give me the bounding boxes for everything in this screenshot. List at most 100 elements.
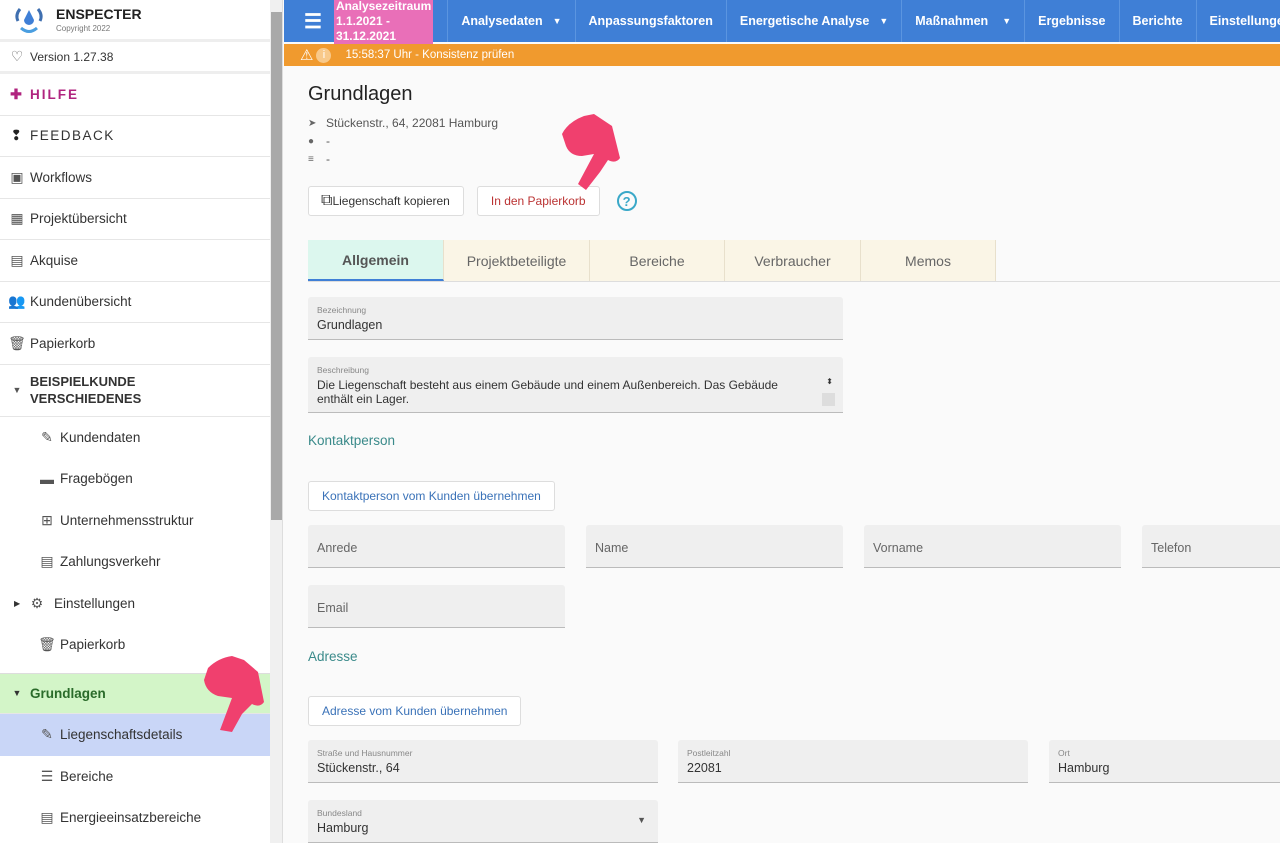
address-from-customer-button[interactable]: Adresse vom Kunden übernehmen: [308, 696, 522, 726]
label: Bundesland: [317, 808, 362, 818]
copyright: Copyright 2022: [56, 24, 111, 33]
placeholder: Email: [317, 601, 349, 615]
label: Projektübersicht: [30, 211, 127, 227]
sidebar-item-einstellungen[interactable]: ▶ ⚙ Einstellungen: [0, 583, 270, 625]
label: Ergebnisse: [1038, 14, 1106, 28]
bezeichnung-field[interactable]: Bezeichnung Grundlagen: [308, 297, 843, 340]
trash-icon: 🗑: [8, 334, 26, 351]
value: 22081: [687, 761, 722, 775]
library-icon: ▤: [40, 809, 54, 826]
name-field[interactable]: Name: [586, 525, 843, 568]
value: Hamburg: [1058, 761, 1110, 775]
feedback-icon: ❢: [10, 127, 24, 144]
contact-from-customer-button[interactable]: Kontaktperson vom Kunden übernehmen: [308, 481, 555, 511]
sidebar-item-feedback[interactable]: ❢ FEEDBACK: [0, 116, 270, 157]
spinner-icon[interactable]: ⬍: [826, 377, 833, 386]
nav-einstellungen[interactable]: Einstellungen: [1195, 0, 1280, 42]
sidebar-item-kundendaten[interactable]: ✎ Kundendaten: [0, 417, 270, 459]
caret-down-icon: ▼: [637, 815, 646, 825]
first-aid-icon: ✚: [10, 85, 24, 102]
beschreibung-field[interactable]: Beschreibung Die Liegenschaft besteht aus…: [308, 357, 843, 413]
label: Analysedaten: [461, 14, 543, 28]
nav-massnahmen[interactable]: Maßnahmen ▼: [901, 0, 1024, 42]
sidebar-item-zahlungsverkehr[interactable]: ▤ Zahlungsverkehr: [0, 541, 270, 583]
alert-text: 15:58:37 Uhr - Konsistenz prüfen: [345, 49, 515, 61]
label: Papierkorb: [30, 335, 96, 351]
tree-icon: ⊞: [41, 511, 53, 528]
label: Anpassungsfaktoren: [588, 14, 713, 28]
contact-person: -: [326, 134, 330, 148]
sidebar-item-projektuebersicht[interactable]: ▦ Projektübersicht: [0, 199, 270, 240]
label: Grundlagen: [30, 685, 106, 701]
briefcase-icon: ▣: [10, 168, 24, 185]
enspecter-logo-icon: [15, 7, 43, 33]
notes-icon: ≡: [308, 153, 314, 165]
sidebar-item-papierkorb[interactable]: 🗑 Papierkorb: [0, 323, 270, 365]
list-box-icon: ▤: [40, 553, 54, 570]
sidebar-item-frageboegen[interactable]: ▬ Fragebögen: [0, 458, 270, 500]
page-title: Grundlagen: [308, 83, 413, 105]
list-icon: ☰: [40, 767, 54, 784]
tab-memos[interactable]: Memos: [861, 240, 996, 281]
sidebar-customer[interactable]: ▼ BEISPIELKUNDE VERSCHIEDENES: [0, 365, 270, 417]
tab-allgemein[interactable]: Allgemein: [308, 240, 444, 281]
sidebar-item-energieeinsatzbereiche[interactable]: ▤ Energieeinsatzbereiche: [0, 797, 270, 839]
address: Stückenstr., 64, 22081 Hamburg: [326, 116, 499, 130]
sidebar-scrollbar-thumb[interactable]: [271, 12, 282, 520]
period-label: Analysezeitraum: [335, 0, 432, 13]
email-field[interactable]: Email: [308, 585, 565, 628]
label: Straße und Hausnummer: [317, 748, 413, 758]
sidebar-item-akquise[interactable]: ▤ Akquise: [0, 240, 270, 282]
caret-down-icon: ▼: [12, 384, 22, 395]
placeholder: Name: [595, 541, 629, 555]
logo: ENSPECTER Copyright 2022: [0, 0, 270, 42]
analysis-period[interactable]: Analysezeitraum 1.1.2021 - 31.12.2021: [333, 0, 434, 45]
label: Postleitzahl: [687, 748, 731, 758]
sidebar-item-workflows[interactable]: ▣ Workflows: [0, 157, 270, 199]
value: Die Liegenschaft besteht aus einem Gebäu…: [317, 378, 778, 406]
zip-field[interactable]: Postleitzahl 22081: [678, 740, 1028, 783]
trash-icon: 🗑: [38, 636, 56, 653]
city-field[interactable]: Ort Hamburg: [1049, 740, 1280, 783]
nav-ergebnisse[interactable]: Ergebnisse: [1024, 0, 1118, 42]
street-field[interactable]: Straße und Hausnummer Stückenstr., 64: [308, 740, 658, 783]
tab-bereiche[interactable]: Bereiche: [590, 240, 725, 281]
sidebar-item-bereiche[interactable]: ☰ Bereiche: [0, 756, 270, 798]
label: Kundenübersicht: [30, 294, 132, 310]
sidebar-item-help[interactable]: ✚ HILFE: [0, 74, 270, 116]
alert-bar[interactable]: ⚠ i 15:58:37 Uhr - Konsistenz prüfen: [284, 44, 1280, 66]
label: Einstellungen: [54, 595, 136, 611]
tab-verbraucher[interactable]: Verbraucher: [725, 240, 861, 281]
address-section-title: Adresse: [308, 649, 358, 664]
pointing-hand-annotation-icon: [204, 656, 264, 732]
nav-berichte[interactable]: Berichte: [1118, 0, 1196, 42]
app-name: ENSPECTER: [56, 6, 142, 22]
anrede-field[interactable]: Anrede: [308, 525, 565, 568]
label: Kundendaten: [60, 429, 141, 445]
help-icon[interactable]: ?: [616, 191, 637, 211]
warning-icon: ⚠: [300, 47, 314, 64]
label: Energieeinsatzbereiche: [60, 810, 202, 826]
nav-energetische-analyse[interactable]: Energetische Analyse ▼: [725, 0, 901, 42]
sidebar-item-unternehmensstruktur[interactable]: ⊞ Unternehmensstruktur: [0, 500, 270, 542]
calendar-icon: ▦: [10, 210, 24, 227]
caret-down-icon: ▼: [12, 688, 22, 699]
tab-projektbeteiligte[interactable]: Projektbeteiligte: [444, 240, 590, 281]
sidebar-item-kundenuebersicht[interactable]: 👥 Kundenübersicht: [0, 282, 270, 323]
feedback-label: FEEDBACK: [30, 128, 115, 144]
state-select[interactable]: Bundesland Hamburg ▼: [308, 800, 658, 843]
label: Liegenschaftsdetails: [60, 727, 183, 743]
resize-handle-icon[interactable]: [822, 393, 835, 406]
person-icon: ●: [308, 135, 315, 147]
vorname-field[interactable]: Vorname: [864, 525, 1121, 568]
caret-right-icon: ▶: [14, 598, 21, 608]
label: Akquise: [30, 252, 79, 268]
nav-analysedaten[interactable]: Analysedaten ▼: [447, 0, 574, 42]
placeholder: Anrede: [317, 541, 358, 555]
tabs: Allgemein Projektbeteiligte Bereiche Ver…: [308, 240, 1280, 282]
copy-property-button[interactable]: ⧉ Liegenschaft kopieren: [308, 186, 464, 216]
menu-icon[interactable]: ☰: [284, 9, 334, 34]
telefon-field[interactable]: Telefon: [1142, 525, 1280, 568]
label: Einstellungen: [1209, 14, 1280, 28]
nav-anpassungsfaktoren[interactable]: Anpassungsfaktoren: [574, 0, 726, 42]
